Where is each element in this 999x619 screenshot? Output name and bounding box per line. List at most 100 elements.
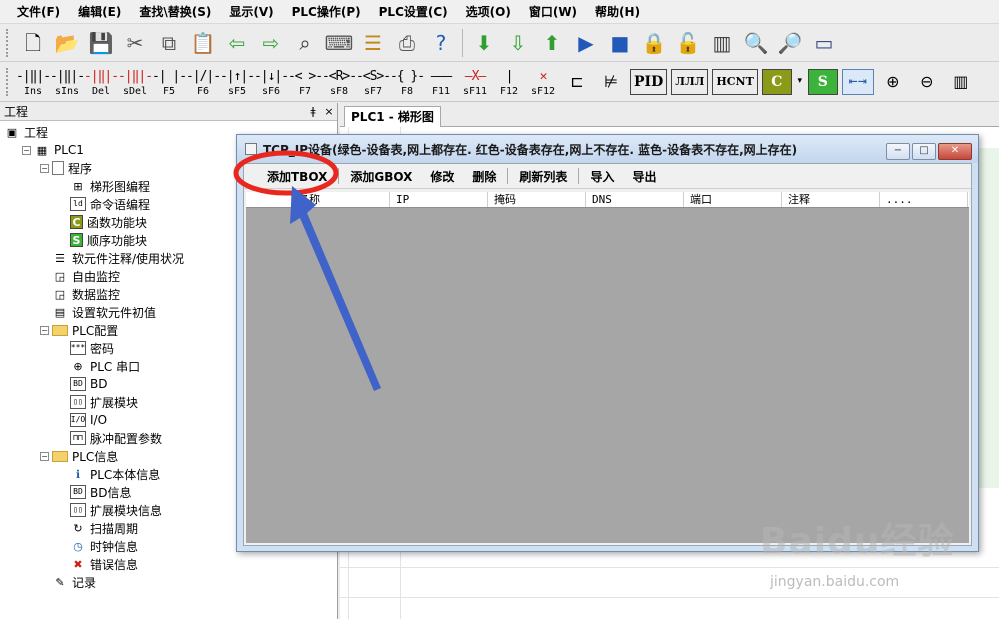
tree-item-label: 密码 [90,341,115,356]
add-tbox-button[interactable]: 添加TBOX [258,168,336,185]
list-edit-icon[interactable]: ☰ [356,27,390,59]
column-header-dns[interactable]: DNS [586,192,684,207]
ladder-button-sf6[interactable]: -|↓|- sF6 [253,64,289,100]
menu-item[interactable]: 窗口(W) [520,3,586,20]
menu-item[interactable]: PLC操作(P) [283,3,370,20]
ladder-button-sf12[interactable]: ✕ sF12 [526,64,560,100]
toolbar-grip[interactable] [6,28,10,57]
zoom-page-icon[interactable]: 🔍 [739,27,773,59]
column-header-name[interactable]: 名称 [292,192,390,207]
hcnt-button[interactable]: HCNT [712,68,758,95]
close-icon[interactable]: × [321,105,337,118]
menu-item[interactable]: PLC设置(C) [370,3,457,20]
upload-icon[interactable]: ⇩ [501,27,535,59]
download-icon[interactable]: ⬇ [467,27,501,59]
fit-width-icon[interactable]: ⇤⇥ [841,68,874,95]
keyboard-icon[interactable]: ⌨ [322,27,356,59]
tab-plc1-ladder[interactable]: PLC1 - 梯形图 [344,106,441,128]
run-icon[interactable]: ⬆ [535,27,569,59]
function-block-c-button[interactable]: C [761,68,792,95]
export-button[interactable]: 导出 [623,168,665,185]
column-header-mask[interactable]: 掩码 [488,192,586,207]
column-header-ip[interactable]: IP [390,192,488,207]
dialog-titlebar[interactable]: TCP_IP设备(绿色-设备表,网上都存在. 红色-设备表存在,网上不存在. 蓝… [237,135,978,163]
import-button[interactable]: 导入 [581,168,623,185]
chevron-down-icon[interactable]: ▾ [794,66,806,98]
sequence-block-s-button[interactable]: S [807,68,838,95]
delete-line-icon[interactable]: ⊭ [594,66,628,98]
ladder-button-group: -|‖|- Ins -|‖|- sIns -|‖|- Del -|‖|- sDel -| |- F… [16,64,560,100]
add-gbox-button[interactable]: 添加GBOX [341,168,421,185]
menu-item[interactable]: 显示(V) [220,3,282,20]
copy-icon[interactable]: ⧉ [152,27,186,59]
undo-arrow-icon[interactable]: ⇦ [220,27,254,59]
window-layout-icon[interactable]: ▥ [944,66,978,98]
ladder-button-f8[interactable]: -{ }- F8 [390,64,425,100]
tree-item[interactable]: ✖ 错误信息 [0,555,337,573]
minimize-button[interactable]: − [886,143,910,160]
close-button[interactable]: ✕ [938,143,972,160]
pulse-button[interactable]: ЛЛЛ [671,68,709,95]
menu-item[interactable]: 文件(F) [8,3,69,20]
new-file-icon[interactable]: 🗋 [16,27,50,59]
help-search-icon[interactable]: ? [424,27,458,59]
ladder-symbol-icon: -|↓|- [253,68,289,84]
menu-item[interactable]: 查找\替换(S) [130,3,220,20]
stop-icon[interactable]: ■ [603,27,637,59]
contact-block-icon[interactable]: ⊏ [560,66,594,98]
zoom-in-icon[interactable]: ⊕ [876,66,910,98]
redo-arrow-icon[interactable]: ⇨ [254,27,288,59]
menu-item[interactable]: 选项(O) [457,3,520,20]
ladder-button-sf5[interactable]: -|↑|- sF5 [220,64,255,100]
ladder-button-f7[interactable]: -< >- F7 [288,64,323,100]
monitor-icon[interactable]: ▥ [705,27,739,59]
ladder-button-sf7[interactable]: -<S>- sF7 [356,64,391,100]
folder-icon [52,450,68,462]
save-icon[interactable]: 💾 [84,27,118,59]
tree-item[interactable]: ✎ 记录 [0,573,337,591]
data-monitor-icon: ◲ [54,287,66,301]
collapse-toggle-icon[interactable]: − [22,145,31,155]
paste-icon[interactable]: 📋 [186,27,220,59]
ladder-button-sdel[interactable]: -|‖|- sDel [118,64,153,100]
pid-button[interactable]: PID [630,68,668,95]
menu-item[interactable]: 编辑(E) [69,3,130,20]
ladder-button-ins[interactable]: -|‖|- Ins [16,64,51,100]
print-icon[interactable]: ⎙ [390,27,424,59]
ladder-button-f5[interactable]: -| |- F5 [152,64,187,100]
serial-port-icon[interactable]: ▭ [807,27,841,59]
delete-button[interactable]: 删除 [463,168,505,185]
collapse-toggle-icon[interactable]: − [40,325,49,335]
menu-item[interactable]: 帮助(H) [586,3,649,20]
play-icon[interactable]: ▶ [569,27,603,59]
tree-item-label: 软元件注释/使用状况 [72,251,185,266]
expansion-module-icon: ▯▯ [70,395,86,409]
refresh-list-button[interactable]: 刷新列表 [510,168,576,185]
ladder-button-f11[interactable]: ——— F11 [424,64,458,100]
unlock-icon[interactable]: 🔓 [671,27,705,59]
ladder-button-sf8[interactable]: -<R>- sF8 [322,64,357,100]
lock-icon[interactable]: 🔒 [637,27,671,59]
collapse-toggle-icon[interactable]: − [40,451,49,461]
serial-port-icon: ⊕ [73,359,83,373]
collapse-toggle-icon[interactable]: − [40,163,49,173]
toolbar-grip[interactable] [6,67,10,96]
open-folder-icon[interactable]: 📂 [50,27,84,59]
find-binoculars-icon[interactable]: ⌕ [288,27,322,59]
column-header-index[interactable] [246,192,292,207]
ladder-button-f12[interactable]: | F12 [492,64,526,100]
ladder-button-del[interactable]: -|‖|- Del [84,64,119,100]
column-header-more[interactable]: .... [880,192,968,207]
device-table[interactable]: 名称 IP 掩码 DNS 端口 注释 .... [246,192,969,543]
column-header-comment[interactable]: 注释 [782,192,880,207]
column-header-port[interactable]: 端口 [684,192,782,207]
edit-button[interactable]: 修改 [421,168,463,185]
search-page-icon[interactable]: 🔎 [773,27,807,59]
ladder-button-sf11[interactable]: —X— sF11 [458,64,492,100]
pin-icon[interactable]: ǂ [305,105,321,118]
ladder-button-sins[interactable]: -|‖|- sIns [50,64,85,100]
zoom-out-icon[interactable]: ⊖ [910,66,944,98]
ladder-button-f6[interactable]: -|/|- F6 [186,64,221,100]
maximize-button[interactable]: □ [912,143,936,160]
cut-icon[interactable]: ✂ [118,27,152,59]
